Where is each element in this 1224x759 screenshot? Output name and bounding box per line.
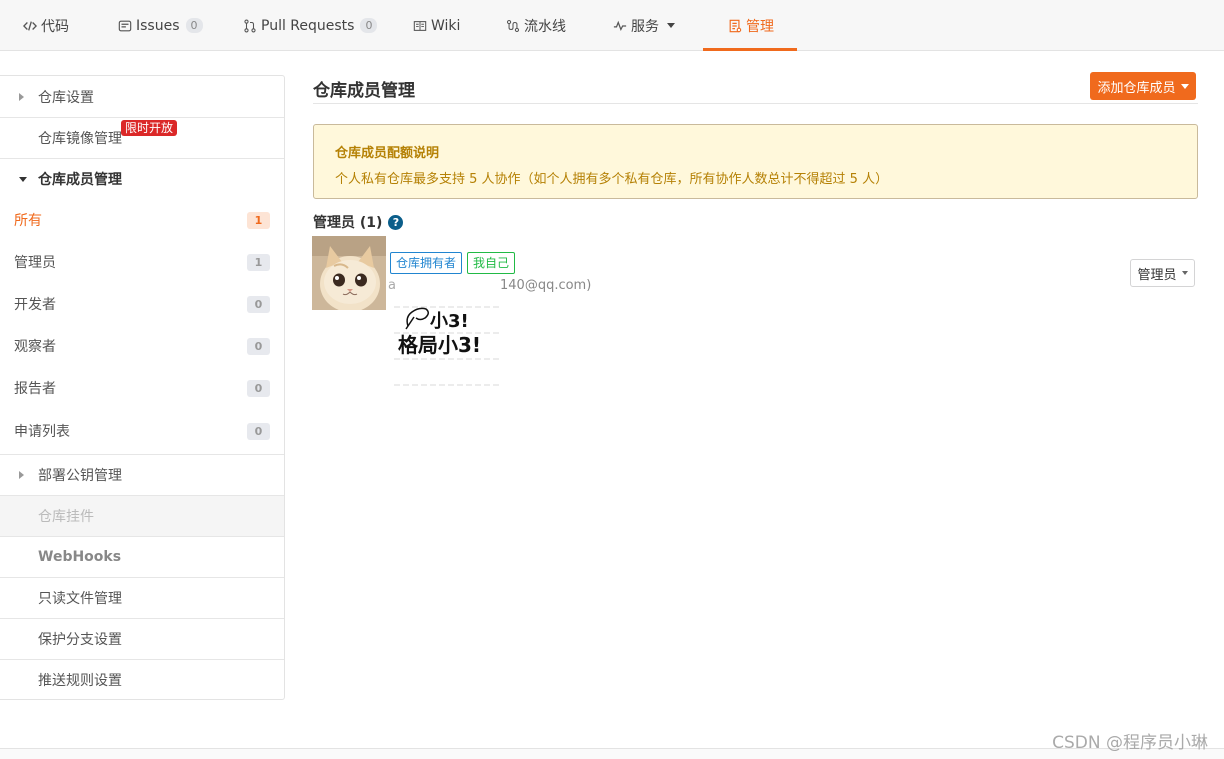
sidebar-item-push-rules[interactable]: 推送规则设置 bbox=[0, 659, 284, 700]
member-filter-applications[interactable]: 申请列表 0 bbox=[0, 409, 284, 453]
sidebar-item-plugins[interactable]: 仓库挂件 bbox=[0, 495, 284, 536]
chevron-down-icon bbox=[1181, 271, 1188, 275]
tab-wiki-label: Wiki bbox=[431, 17, 461, 34]
page-title: 仓库成员管理 bbox=[313, 81, 415, 101]
code-icon bbox=[22, 18, 38, 34]
pull-request-icon bbox=[242, 18, 258, 34]
member-filter-label: 报告者 bbox=[14, 381, 56, 397]
active-tab-indicator bbox=[703, 48, 797, 51]
tab-pipeline-label: 流水线 bbox=[524, 18, 566, 35]
settings-doc-icon bbox=[727, 18, 743, 34]
member-role-label: 管理员 bbox=[1137, 267, 1177, 283]
sticker-line-2: 格局小3! bbox=[398, 333, 481, 357]
owner-tag: 仓库拥有者 bbox=[390, 252, 463, 274]
chevron-down-icon bbox=[1180, 83, 1189, 89]
member-filter-count: 0 bbox=[247, 379, 270, 397]
footer-area bbox=[0, 749, 1224, 759]
chevron-down-icon bbox=[667, 23, 675, 28]
sidebar-item-readonly-files[interactable]: 只读文件管理 bbox=[0, 577, 284, 618]
sidebar-item-members[interactable]: 仓库成员管理 bbox=[0, 158, 284, 199]
tab-pull-requests[interactable]: Pull Requests 0 bbox=[242, 0, 378, 51]
member-filter-admin[interactable]: 管理员 1 bbox=[0, 241, 284, 283]
sidebar-item-label: 仓库挂件 bbox=[38, 509, 94, 525]
sidebar-item-webhooks[interactable]: WebHooks bbox=[0, 536, 284, 577]
notice-body: 个人私有仓库最多支持 5 人协作（如个人拥有多个私有仓库，所有协作人数总计不得超… bbox=[335, 172, 889, 187]
sidebar-item-label: 仓库设置 bbox=[38, 89, 94, 106]
repo-nav-bar: 代码 Issues 0 Pull Requests 0 Wiki 流水线 服务 … bbox=[0, 0, 1224, 51]
meme-sticker-image: 小3! 格局小3! bbox=[394, 306, 500, 386]
tab-code[interactable]: 代码 bbox=[22, 0, 69, 51]
book-icon bbox=[412, 18, 428, 34]
add-member-button-label: 添加仓库成员 bbox=[1097, 80, 1176, 96]
tab-code-label: 代码 bbox=[41, 18, 69, 35]
pulse-icon bbox=[612, 18, 628, 34]
tab-pipeline[interactable]: 流水线 bbox=[505, 0, 566, 51]
tab-manage[interactable]: 管理 bbox=[727, 0, 774, 51]
quota-notice: 仓库成员配额说明 个人私有仓库最多支持 5 人协作（如个人拥有多个私有仓库，所有… bbox=[313, 124, 1198, 199]
tab-wiki[interactable]: Wiki bbox=[412, 0, 460, 51]
avatar[interactable] bbox=[312, 236, 386, 310]
limited-time-badge: 限时开放 bbox=[121, 120, 178, 136]
sticker-line-1: 小3! bbox=[430, 311, 469, 332]
member-filter-label: 观察者 bbox=[14, 339, 56, 355]
sidebar-item-repo-settings[interactable]: 仓库设置 bbox=[0, 76, 284, 117]
issues-count: 0 bbox=[185, 18, 203, 33]
member-filter-label: 管理员 bbox=[14, 255, 56, 271]
sidebar-item-label: WebHooks bbox=[38, 549, 122, 565]
tab-manage-label: 管理 bbox=[746, 18, 774, 35]
sidebar-item-label: 只读文件管理 bbox=[38, 591, 122, 607]
sidebar-item-label: 保护分支设置 bbox=[38, 632, 122, 648]
sidebar-item-protected-branch[interactable]: 保护分支设置 bbox=[0, 618, 284, 659]
member-email-prefix: a bbox=[388, 278, 396, 293]
member-filter-count: 0 bbox=[247, 295, 270, 313]
member-filter-count: 1 bbox=[247, 211, 270, 229]
member-filter-label: 所有 bbox=[14, 213, 42, 229]
help-icon[interactable]: ? bbox=[388, 214, 404, 230]
admin-section-header: 管理员 (1) ? bbox=[313, 212, 404, 232]
watermark: CSDN @程序员小琳 bbox=[1052, 733, 1208, 753]
section-title: 管理员 (1) bbox=[313, 215, 383, 231]
notice-title: 仓库成员配额说明 bbox=[335, 146, 440, 161]
pipeline-icon bbox=[505, 18, 521, 34]
member-filter-all[interactable]: 所有 1 bbox=[0, 199, 284, 241]
caret-down-icon bbox=[19, 176, 27, 182]
member-filter-count: 0 bbox=[247, 337, 270, 355]
tab-issues-label: Issues bbox=[136, 17, 180, 34]
sidebar-item-label: 部署公钥管理 bbox=[38, 468, 122, 484]
title-divider bbox=[313, 103, 1198, 104]
caret-right-icon bbox=[19, 92, 24, 101]
member-filter-label: 申请列表 bbox=[14, 424, 70, 440]
add-member-button[interactable]: 添加仓库成员 bbox=[1090, 72, 1196, 100]
issues-icon bbox=[117, 18, 133, 34]
sidebar-item-label: 仓库成员管理 bbox=[38, 172, 122, 188]
sidebar-item-label: 推送规则设置 bbox=[38, 673, 122, 689]
tab-services[interactable]: 服务 bbox=[612, 0, 675, 51]
tab-services-label: 服务 bbox=[631, 18, 659, 35]
member-filter-label: 开发者 bbox=[14, 297, 56, 313]
pull-requests-count: 0 bbox=[360, 18, 378, 33]
member-role-dropdown[interactable]: 管理员 bbox=[1130, 259, 1195, 287]
member-filter-developer[interactable]: 开发者 0 bbox=[0, 283, 284, 325]
sidebar-item-label: 仓库镜像管理 bbox=[38, 131, 122, 147]
self-tag: 我自己 bbox=[467, 252, 516, 274]
member-email: 140@qq.com) bbox=[500, 278, 592, 293]
member-filter-observer[interactable]: 观察者 0 bbox=[0, 325, 284, 367]
member-filter-count: 1 bbox=[247, 253, 270, 271]
sidebar-item-deploy-keys[interactable]: 部署公钥管理 bbox=[0, 454, 284, 495]
tab-pull-requests-label: Pull Requests bbox=[261, 17, 355, 34]
member-filter-reporter[interactable]: 报告者 0 bbox=[0, 367, 284, 409]
caret-right-icon bbox=[19, 471, 24, 479]
member-filter-count: 0 bbox=[247, 422, 270, 440]
cat-avatar-image bbox=[312, 236, 386, 310]
tab-issues[interactable]: Issues 0 bbox=[117, 0, 203, 51]
settings-sidebar: 仓库设置 仓库镜像管理 限时开放 仓库成员管理 所有 1 管理员 1 开发者 0… bbox=[0, 75, 285, 700]
